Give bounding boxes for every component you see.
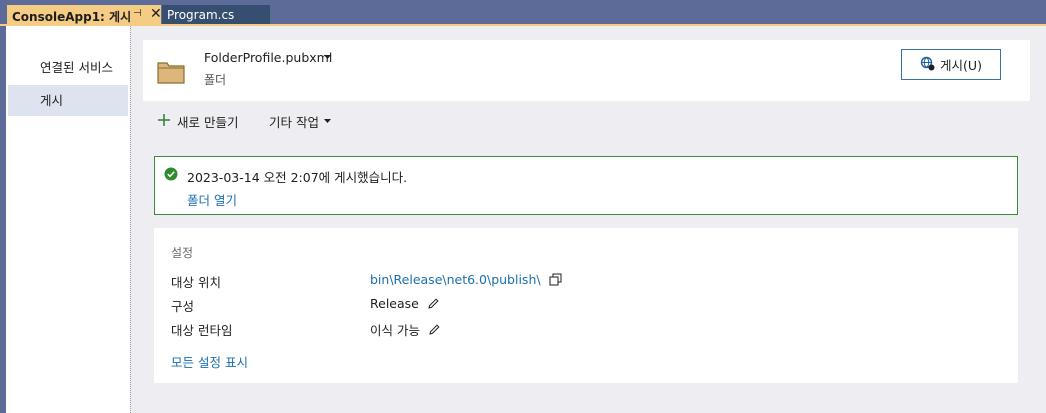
settings-card: 설정 대상 위치 bin\Release\net6.0\publish\ 구성 … <box>154 228 1018 383</box>
new-profile-label: 새로 만들기 <box>177 115 239 130</box>
more-actions-button[interactable]: 기타 작업 <box>269 112 332 131</box>
nav-item-label: 게시 <box>40 93 64 108</box>
publish-button-label: 게시(U) <box>940 58 982 73</box>
nav-item-label: 연결된 서비스 <box>40 60 113 75</box>
profile-card: FolderProfile.pubxml 폴더 게시(U) <box>143 40 1030 101</box>
configuration-value: Release <box>370 296 440 311</box>
folder-icon <box>157 60 185 87</box>
tab-label: ConsoleApp1: 게시 <box>12 10 132 24</box>
target-location-value: bin\Release\net6.0\publish\ <box>370 272 562 287</box>
main-content: FolderProfile.pubxml 폴더 게시(U) 새로 만들기 기타 <box>131 26 1046 413</box>
tab-label: Program.cs <box>167 8 235 22</box>
publish-success-banner: 2023-03-14 오전 2:07에 게시했습니다. 폴더 열기 <box>154 156 1018 215</box>
check-circle-icon <box>164 167 178 184</box>
new-profile-button[interactable]: 새로 만들기 <box>157 112 238 131</box>
tab-program-cs[interactable]: Program.cs <box>162 5 270 25</box>
target-runtime-value: 이식 가능 <box>370 320 441 339</box>
show-all-settings-link[interactable]: 모든 설정 표시 <box>171 352 248 371</box>
nav-item-connected-services[interactable]: 연결된 서비스 <box>8 52 128 83</box>
configuration-text: Release <box>370 296 419 311</box>
left-nav-panel: 연결된 서비스 게시 <box>6 26 130 413</box>
target-location-link[interactable]: bin\Release\net6.0\publish\ <box>370 272 541 287</box>
pencil-edit-icon[interactable] <box>427 297 440 310</box>
more-actions-label: 기타 작업 <box>269 115 319 130</box>
pencil-edit-icon[interactable] <box>428 323 441 336</box>
target-location-label: 대상 위치 <box>171 275 221 290</box>
profile-name[interactable]: FolderProfile.pubxml <box>204 50 332 65</box>
caret-down-icon <box>323 114 332 129</box>
plus-icon <box>157 113 171 130</box>
open-folder-link[interactable]: 폴더 열기 <box>187 190 237 209</box>
globe-publish-icon <box>920 56 935 74</box>
nav-item-publish[interactable]: 게시 <box>8 85 128 116</box>
profile-type: 폴더 <box>204 73 227 87</box>
status-message: 2023-03-14 오전 2:07에 게시했습니다. <box>187 170 408 185</box>
settings-title: 설정 <box>171 246 194 260</box>
target-runtime-text: 이식 가능 <box>370 323 420 338</box>
document-tab-strip: ConsoleApp1: 게시 ⊣ ✕ Program.cs <box>0 0 1046 25</box>
close-icon[interactable]: ✕ <box>150 6 162 22</box>
caret-down-icon[interactable] <box>323 50 332 65</box>
publish-button[interactable]: 게시(U) <box>901 49 1001 80</box>
configuration-label: 구성 <box>171 299 195 314</box>
copy-icon[interactable] <box>549 273 562 286</box>
pin-icon[interactable]: ⊣ <box>133 8 142 19</box>
tab-publish[interactable]: ConsoleApp1: 게시 ⊣ ✕ <box>7 5 162 25</box>
target-runtime-label: 대상 런타임 <box>171 323 233 338</box>
